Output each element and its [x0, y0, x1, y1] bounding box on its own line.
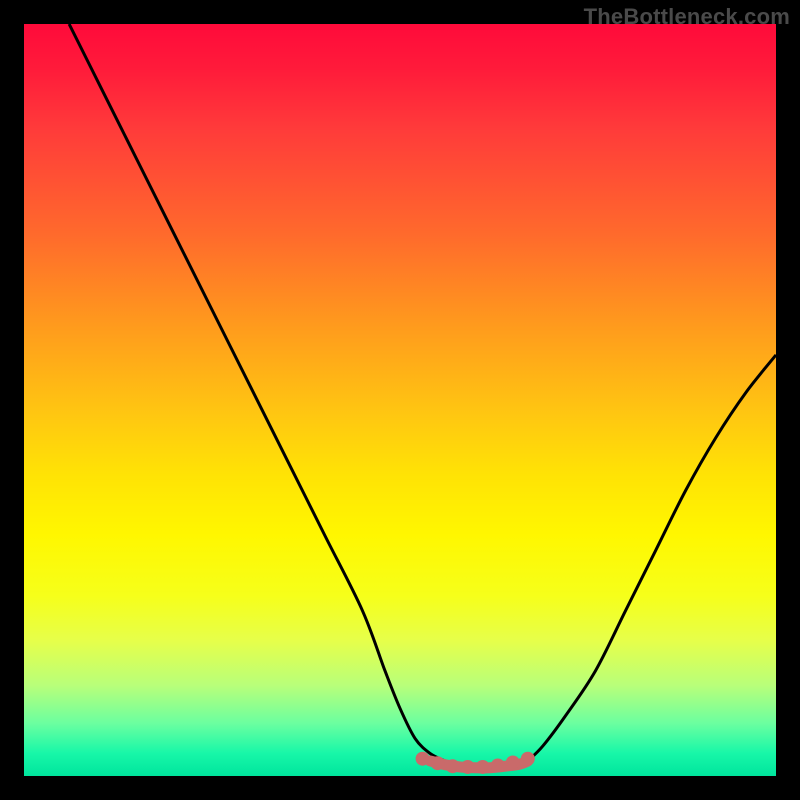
plot-area — [24, 24, 776, 776]
optimal-marker — [491, 758, 505, 772]
series-right-branch — [528, 355, 776, 761]
optimal-marker — [521, 752, 535, 766]
optimal-marker — [416, 752, 430, 766]
optimal-marker — [476, 760, 490, 774]
optimal-marker — [506, 755, 520, 769]
series-left-branch — [69, 24, 445, 761]
watermark-label: TheBottleneck.com — [584, 4, 790, 30]
optimal-marker — [461, 760, 475, 774]
chart-frame: TheBottleneck.com — [0, 0, 800, 800]
optimal-marker — [446, 759, 460, 773]
optimal-marker — [431, 756, 445, 770]
curve-layer — [24, 24, 776, 776]
